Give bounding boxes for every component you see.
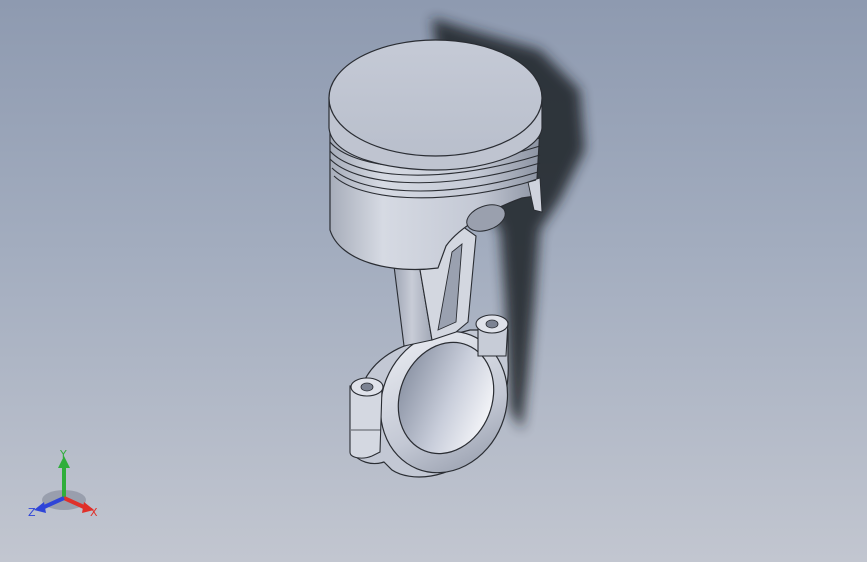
big-end-cap[interactable] [349, 312, 528, 492]
piston-crown[interactable] [328, 39, 543, 171]
graphics-viewport[interactable]: Y X Z [0, 0, 867, 562]
triad-z-arrow [34, 502, 46, 513]
triad-y-label: Y [59, 448, 67, 461]
piston-connecting-rod-model[interactable] [0, 0, 867, 562]
bolt-hole-right [485, 319, 499, 329]
view-orientation-triad[interactable]: Y X Z [24, 448, 104, 524]
bolt-hole-left [360, 382, 374, 392]
triad-x-label: X [90, 506, 98, 519]
triad-z-label: Z [28, 506, 36, 519]
